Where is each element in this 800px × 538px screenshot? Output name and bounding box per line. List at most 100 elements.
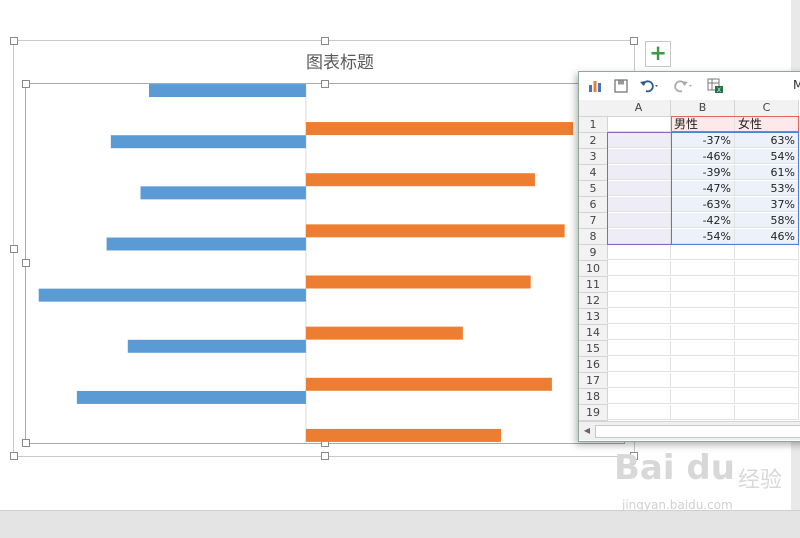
cell[interactable] xyxy=(671,309,735,324)
scrollbar-track[interactable] xyxy=(595,425,800,438)
data-sheet-window[interactable]: X M ABC 1 男性女性 2 -37%63% 3 -46%54% 4 -39%61% 5 -47… xyxy=(578,71,800,442)
cell[interactable] xyxy=(607,405,671,420)
cell[interactable] xyxy=(607,213,671,228)
undo-icon[interactable] xyxy=(639,78,661,94)
cell[interactable] xyxy=(735,357,799,372)
bar-series-1-cat-1[interactable] xyxy=(305,428,502,442)
cell[interactable] xyxy=(607,293,671,308)
cell[interactable] xyxy=(607,245,671,260)
row-header[interactable]: 17 xyxy=(579,373,608,389)
cell[interactable] xyxy=(607,389,671,404)
row-header[interactable]: 9 xyxy=(579,245,608,261)
cell[interactable] xyxy=(735,373,799,388)
bar-series-1-cat-7[interactable] xyxy=(305,122,574,136)
cell[interactable] xyxy=(735,293,799,308)
add-chart-element-button[interactable]: + xyxy=(645,41,671,67)
bar-series-1-cat-6[interactable] xyxy=(305,173,535,187)
bar-series-0-cat-5[interactable] xyxy=(140,186,306,200)
row-header[interactable]: 3 xyxy=(579,149,608,165)
bar-series-1-cat-3[interactable] xyxy=(305,326,463,340)
row-header[interactable]: 4 xyxy=(579,165,608,181)
cell[interactable] xyxy=(671,245,735,260)
column-header-b[interactable]: B xyxy=(671,100,735,117)
row-header[interactable]: 11 xyxy=(579,277,608,293)
cell[interactable] xyxy=(607,309,671,324)
horizontal-scrollbar[interactable]: ◀ xyxy=(579,421,800,440)
row-header[interactable]: 19 xyxy=(579,405,608,421)
cell[interactable] xyxy=(735,261,799,276)
cell[interactable] xyxy=(607,261,671,276)
bar-series-0-cat-2[interactable] xyxy=(127,339,306,353)
cell[interactable] xyxy=(735,389,799,404)
cell[interactable] xyxy=(671,325,735,340)
cell[interactable] xyxy=(735,245,799,260)
row-header[interactable]: 15 xyxy=(579,341,608,357)
cell[interactable]: -54% xyxy=(671,229,735,244)
cell[interactable] xyxy=(735,325,799,340)
cell[interactable]: -47% xyxy=(671,181,735,196)
cell[interactable] xyxy=(607,229,671,244)
row-header[interactable]: 7 xyxy=(579,213,608,229)
cell[interactable] xyxy=(607,165,671,180)
cell[interactable] xyxy=(671,405,735,420)
column-header-a[interactable]: A xyxy=(607,100,671,117)
row-header[interactable]: 6 xyxy=(579,197,608,213)
bar-series-1-cat-4[interactable] xyxy=(305,275,531,289)
cell[interactable] xyxy=(735,341,799,356)
excel-icon[interactable]: X xyxy=(707,78,725,94)
cell[interactable] xyxy=(671,357,735,372)
cell[interactable] xyxy=(607,149,671,164)
cell[interactable] xyxy=(607,373,671,388)
row-header[interactable]: 14 xyxy=(579,325,608,341)
bar-series-0-cat-6[interactable] xyxy=(110,135,306,149)
cell[interactable] xyxy=(735,405,799,420)
cell[interactable] xyxy=(671,277,735,292)
cell[interactable] xyxy=(671,341,735,356)
row-header[interactable]: 18 xyxy=(579,389,608,405)
bar-series-0-cat-1[interactable] xyxy=(76,390,306,404)
cell[interactable] xyxy=(607,117,671,132)
cell[interactable]: 61% xyxy=(735,165,799,180)
cell[interactable] xyxy=(607,197,671,212)
cell[interactable] xyxy=(607,181,671,196)
bar-series-0-cat-4[interactable] xyxy=(106,237,306,251)
column-header-c[interactable]: C xyxy=(735,100,799,117)
cell[interactable] xyxy=(735,309,799,324)
bar-series-0-cat-7[interactable] xyxy=(148,84,306,98)
cell[interactable] xyxy=(607,277,671,292)
cell[interactable]: 53% xyxy=(735,181,799,196)
select-all-corner[interactable] xyxy=(579,100,608,117)
cell[interactable] xyxy=(607,325,671,340)
row-header[interactable]: 10 xyxy=(579,261,608,277)
cell[interactable] xyxy=(607,357,671,372)
redo-icon[interactable] xyxy=(673,78,695,94)
scroll-left-icon[interactable]: ◀ xyxy=(581,425,593,437)
cell[interactable]: -42% xyxy=(671,213,735,228)
cell[interactable]: 37% xyxy=(735,197,799,212)
cell[interactable]: 58% xyxy=(735,213,799,228)
cell[interactable]: 54% xyxy=(735,149,799,164)
bar-series-1-cat-2[interactable] xyxy=(305,377,552,391)
cell[interactable]: -39% xyxy=(671,165,735,180)
cell[interactable]: 男性 xyxy=(671,117,735,132)
cell[interactable] xyxy=(607,133,671,148)
cell[interactable] xyxy=(671,293,735,308)
cell[interactable]: 46% xyxy=(735,229,799,244)
cell[interactable] xyxy=(671,373,735,388)
cell[interactable] xyxy=(735,277,799,292)
row-header[interactable]: 16 xyxy=(579,357,608,373)
bar-series-1-cat-5[interactable] xyxy=(305,224,565,238)
cell[interactable] xyxy=(671,389,735,404)
row-header[interactable]: 5 xyxy=(579,181,608,197)
cell[interactable]: -63% xyxy=(671,197,735,212)
cell[interactable]: -37% xyxy=(671,133,735,148)
row-header[interactable]: 8 xyxy=(579,229,608,245)
chart-icon[interactable] xyxy=(587,78,603,94)
cell[interactable]: 63% xyxy=(735,133,799,148)
cell[interactable]: 女性 xyxy=(735,117,799,132)
cell[interactable]: -46% xyxy=(671,149,735,164)
row-header[interactable]: 1 xyxy=(579,117,608,133)
row-header[interactable]: 13 xyxy=(579,309,608,325)
cell[interactable] xyxy=(671,261,735,276)
save-icon[interactable] xyxy=(613,78,629,94)
